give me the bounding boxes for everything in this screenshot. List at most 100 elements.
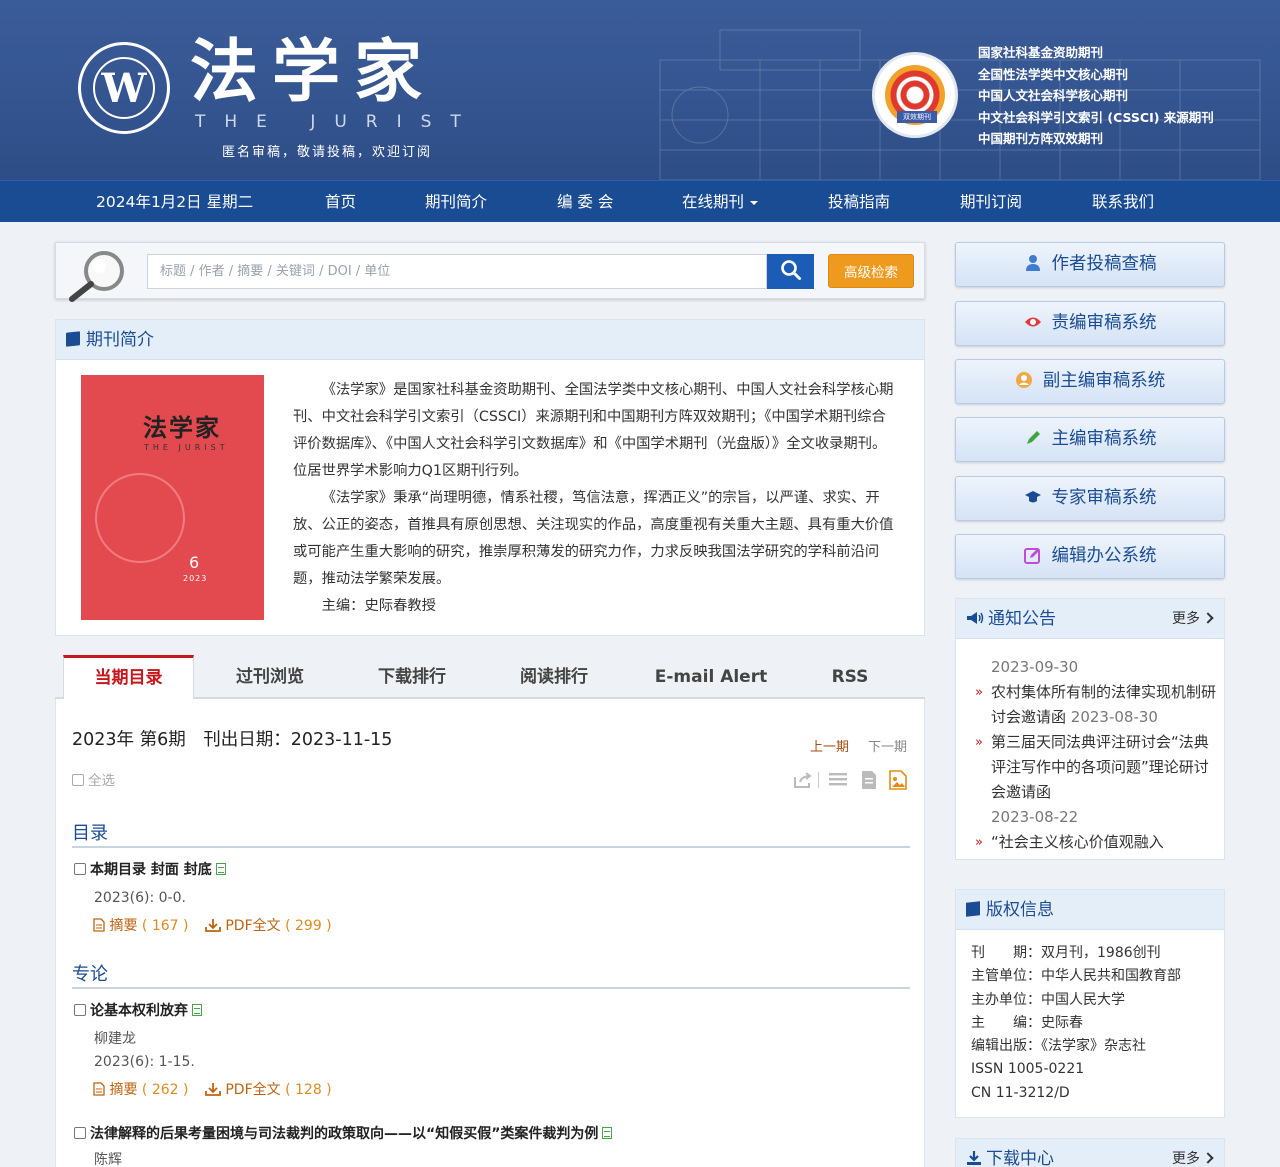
journal-cover-image[interactable]: 法学家 THE JURIST 6 2023: [81, 375, 264, 620]
article-author[interactable]: 陈辉: [94, 1149, 122, 1167]
cover-issue-number: 6: [189, 553, 200, 572]
tab-past-issues[interactable]: 过刊浏览: [205, 655, 335, 699]
chief-editor-button[interactable]: 主编审稿系统: [955, 417, 1225, 462]
article-author[interactable]: 柳建龙: [94, 1028, 136, 1048]
qualification-item: 中文社会科学引文索引 (CSSCI) 来源期刊: [978, 109, 1214, 125]
html-fulltext-icon[interactable]: [215, 863, 226, 875]
nav-item-home[interactable]: 首页: [325, 181, 356, 223]
image-file-icon[interactable]: [889, 770, 907, 790]
tab-email-alert[interactable]: E-mail Alert: [641, 655, 781, 699]
copyright-heading-label: 版权信息: [986, 900, 1054, 920]
copyright-heading: 版权信息: [956, 890, 1224, 930]
next-issue-link[interactable]: 下一期: [868, 736, 907, 755]
article-checkbox[interactable]: [74, 863, 86, 875]
nav-item-subscription[interactable]: 期刊订阅: [960, 181, 1022, 223]
nav-item-about[interactable]: 期刊简介: [425, 181, 487, 223]
university-seal-logo[interactable]: W: [78, 42, 170, 134]
document-icon[interactable]: [860, 770, 878, 790]
cover-year: 2023: [183, 574, 208, 583]
intro-heading: 期刊简介: [56, 320, 924, 360]
magnifier-illustration-icon: [69, 251, 124, 302]
pdf-label: PDF全文: [225, 1082, 281, 1098]
pdf-link[interactable]: PDF全文 ( 128 ): [205, 1082, 332, 1098]
editorial-office-button[interactable]: 编辑办公系统: [955, 534, 1225, 579]
section-title: 专论: [72, 964, 108, 985]
article-checkbox[interactable]: [74, 1004, 86, 1016]
copyright-line: 刊 期：双月刊，1986创刊: [971, 945, 1161, 961]
nav-item-editorial-board[interactable]: 编 委 会: [557, 181, 613, 223]
download-heading-label: 下载中心: [986, 1149, 1054, 1167]
section-divider: [72, 987, 910, 989]
megaphone-icon: [967, 612, 984, 624]
article-title[interactable]: 论基本权利放弃: [74, 1000, 202, 1020]
notice-panel: 通知公告 更多 2023-09-30 农村集体所有制的法律实现机制研讨会邀请函 …: [955, 598, 1225, 860]
notice-item[interactable]: 第三届天同法典评注研讨会“法典评注写作中的各项问题”理论研讨会邀请函 2023-…: [975, 730, 1216, 830]
abstract-link[interactable]: 摘要 ( 262 ): [93, 1082, 193, 1098]
previous-issue-link[interactable]: 上一期: [810, 736, 849, 755]
book-icon: [66, 331, 80, 347]
notice-list: 2023-09-30 农村集体所有制的法律实现机制研讨会邀请函 2023-08-…: [975, 655, 1216, 855]
responsible-editor-button[interactable]: 责编审稿系统: [955, 301, 1225, 346]
issue-title: 2023年 第6期 刊出日期：2023-11-15: [72, 730, 393, 750]
notice-heading-label: 通知公告: [988, 609, 1056, 629]
advanced-search-button[interactable]: 高级检索: [828, 254, 914, 288]
article-title-text[interactable]: 法律解释的后果考量困境与司法裁判的政策取向——以“知假买假”类案件裁判为例: [90, 1126, 598, 1142]
badge-label: 双效期刊: [897, 111, 937, 123]
notice-title[interactable]: 第三届天同法典评注研讨会“法典评注写作中的各项问题”理论研讨会邀请函: [991, 733, 1209, 801]
author-submission-button[interactable]: 作者投稿查稿: [955, 242, 1225, 287]
journal-title-logo[interactable]: 法学家: [190, 30, 436, 114]
copyright-info: 刊 期：双月刊，1986创刊 主管单位：中华人民共和国教育部 主办单位：中国人民…: [971, 942, 1181, 1105]
copyright-panel: 版权信息 刊 期：双月刊，1986创刊 主管单位：中华人民共和国教育部 主办单位…: [955, 889, 1225, 1118]
issue-tabs: 当期目录 过刊浏览 下载排行 阅读排行 E-mail Alert RSS: [55, 655, 925, 701]
list-icon[interactable]: [828, 771, 848, 789]
copyright-line: 主 编：史际春: [971, 1014, 1083, 1031]
edit-box-icon: [1023, 548, 1040, 564]
tab-reading-ranking[interactable]: 阅读排行: [489, 655, 619, 699]
download-more-link[interactable]: 更多: [1172, 1139, 1212, 1167]
deputy-editor-button[interactable]: 副主编审稿系统: [955, 359, 1225, 404]
article-title-text[interactable]: 论基本权利放弃: [90, 1003, 188, 1019]
article-title[interactable]: 本期目录 封面 封底: [74, 859, 226, 879]
abstract-icon: [93, 1082, 105, 1096]
qualification-item: 全国性法学类中文核心期刊: [978, 66, 1129, 82]
article-title[interactable]: 法律解释的后果考量困境与司法裁判的政策取向——以“知假买假”类案件裁判为例: [74, 1123, 613, 1143]
current-issue-content: 2023年 第6期 刊出日期：2023-11-15 上一期 下一期 全选 目录 …: [55, 699, 925, 1167]
nav-item-contact[interactable]: 联系我们: [1092, 181, 1154, 223]
notice-title[interactable]: “社会主义核心价值观融入: [991, 833, 1164, 851]
nav-date: 2024年1月2日 星期二: [96, 193, 254, 211]
nav-item-submission-guide[interactable]: 投稿指南: [828, 181, 890, 223]
section-title: 目录: [72, 823, 108, 844]
search-button[interactable]: [767, 254, 814, 289]
intro-editor: 主编：史际春教授: [321, 598, 436, 614]
tab-current-issue[interactable]: 当期目录: [63, 655, 194, 701]
caret-down-icon: [750, 200, 759, 205]
article-links: 摘要 ( 167 ) PDF全文 ( 299 ): [93, 915, 332, 935]
toolbar-divider: [818, 772, 819, 788]
html-fulltext-icon[interactable]: [602, 1127, 613, 1139]
notice-more-link[interactable]: 更多: [1172, 599, 1212, 639]
cover-emblem-icon: [95, 473, 185, 563]
notice-date: 2023-08-30: [1070, 708, 1158, 726]
download-icon: [967, 1151, 981, 1165]
abstract-label: 摘要: [109, 918, 138, 934]
abstract-link[interactable]: 摘要 ( 167 ): [93, 918, 193, 934]
article-title-text[interactable]: 本期目录 封面 封底: [90, 862, 212, 878]
expert-review-button[interactable]: 专家审稿系统: [955, 476, 1225, 521]
tab-download-ranking[interactable]: 下载排行: [347, 655, 477, 699]
nav-item-online-journal-label: 在线期刊: [682, 193, 745, 211]
notice-item[interactable]: “社会主义核心价值观融入: [975, 830, 1216, 855]
select-all-label: 全选: [88, 773, 115, 789]
editorial-office-label: 编辑办公系统: [1051, 546, 1157, 566]
pdf-label: PDF全文: [225, 918, 281, 934]
author-submission-label: 作者投稿查稿: [1051, 254, 1157, 274]
nav-item-online-journal[interactable]: 在线期刊: [682, 181, 759, 223]
html-fulltext-icon[interactable]: [192, 1004, 202, 1016]
search-input[interactable]: [147, 254, 767, 289]
tab-rss[interactable]: RSS: [805, 655, 895, 699]
export-icon[interactable]: [793, 771, 813, 789]
select-all-checkbox[interactable]: 全选: [72, 769, 115, 789]
article-checkbox[interactable]: [74, 1127, 86, 1139]
pdf-link[interactable]: PDF全文 ( 299 ): [205, 918, 332, 934]
download-icon: [205, 919, 221, 932]
notice-item[interactable]: 农村集体所有制的法律实现机制研讨会邀请函 2023-08-30: [975, 680, 1216, 730]
